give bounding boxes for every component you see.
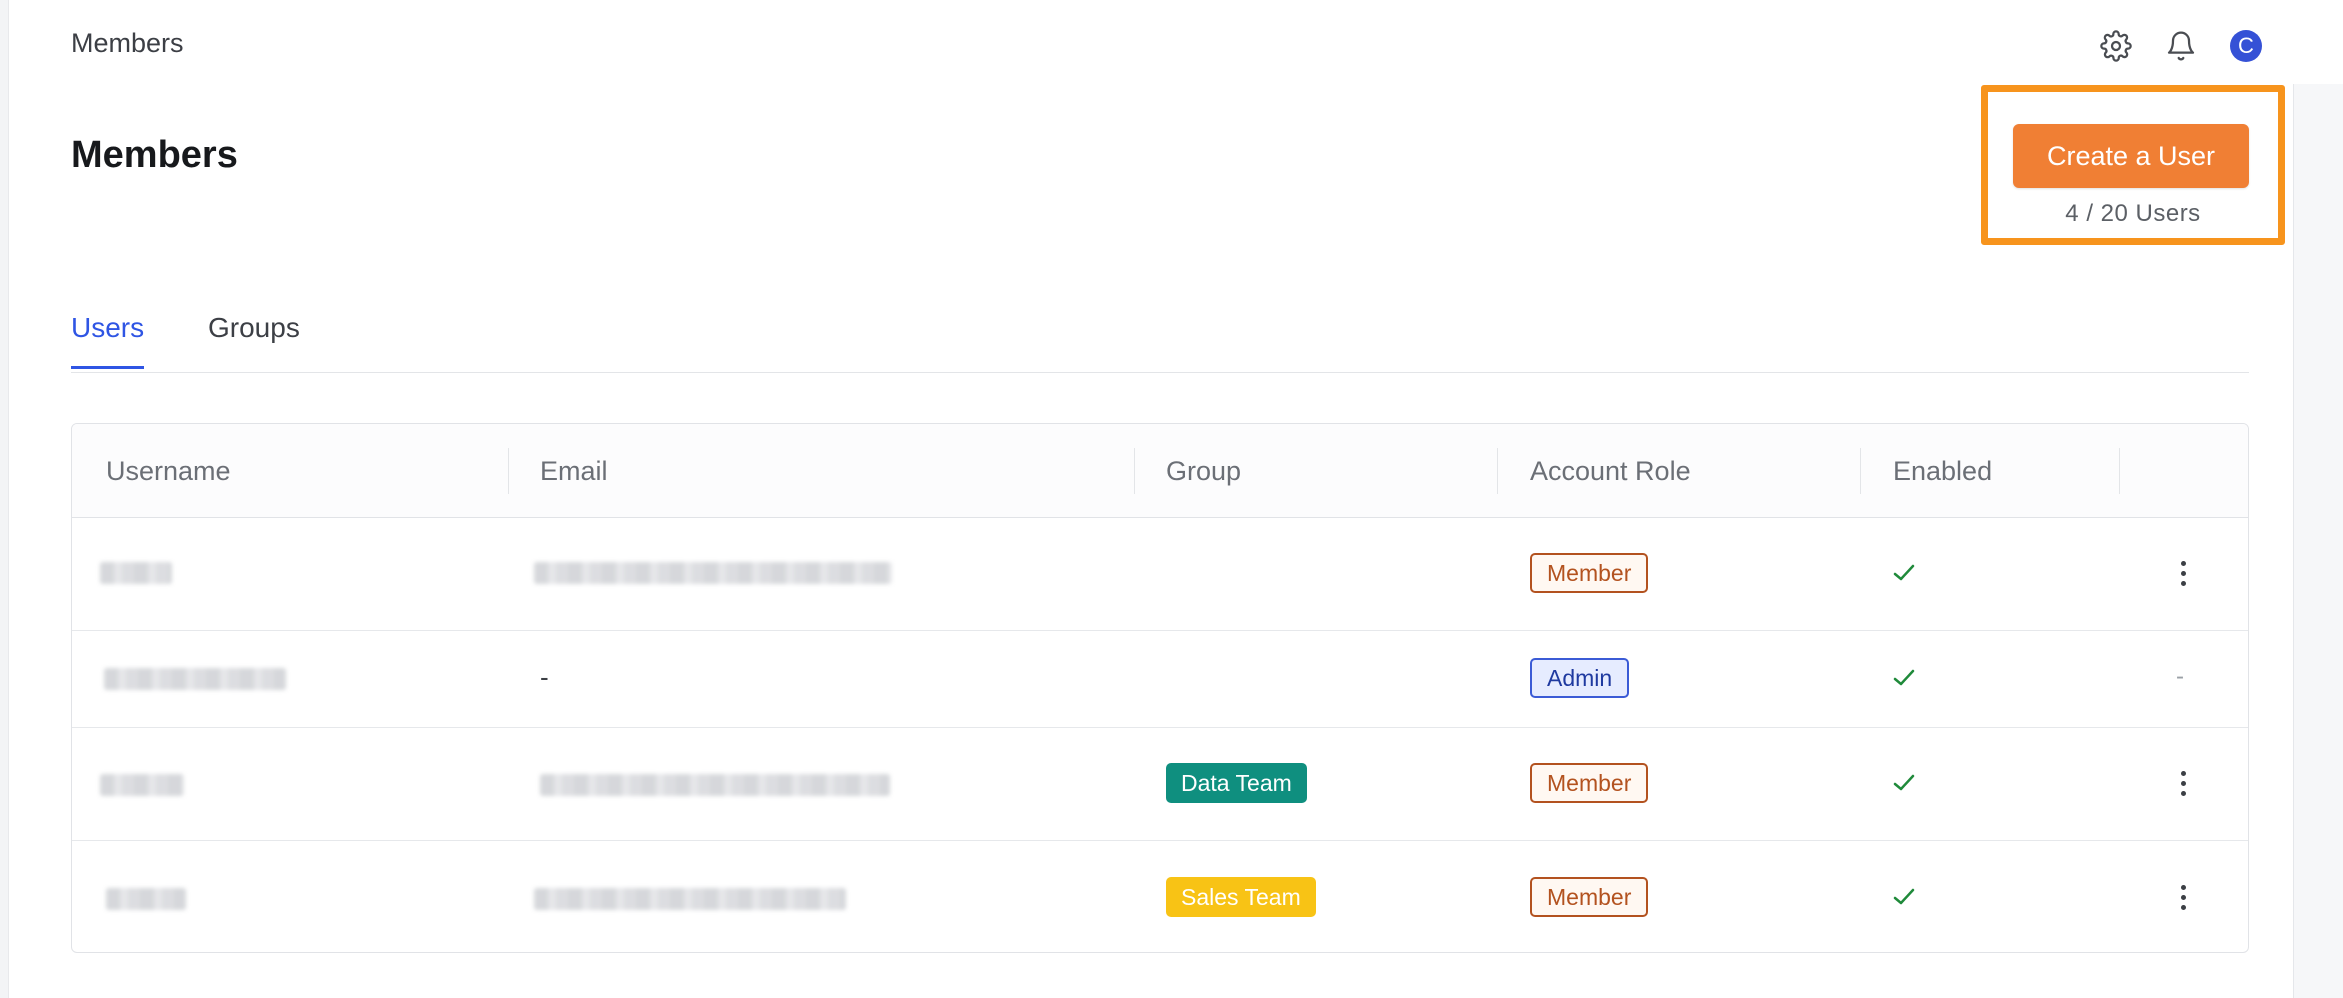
column-divider[interactable] (2119, 448, 2120, 494)
topbar-title: Members (71, 28, 184, 58)
avatar[interactable]: C (2230, 30, 2262, 62)
column-header-enabled[interactable]: Enabled (1893, 456, 1992, 487)
role-badge: Member (1530, 763, 1649, 803)
kebab-menu-icon[interactable] (2171, 763, 2195, 803)
table-row[interactable]: Sales Team Member (72, 840, 2248, 952)
role-badge: Admin (1530, 658, 1630, 698)
tab-users[interactable]: Users (71, 312, 145, 369)
role-badge: Member (1530, 877, 1649, 917)
email-redacted (534, 562, 892, 584)
gear-icon[interactable] (2100, 30, 2132, 62)
column-header-email[interactable]: Email (540, 456, 608, 487)
row-actions-unavailable: - (2176, 663, 2184, 690)
table-row[interactable]: Data Team Member (72, 727, 2248, 841)
check-icon (1893, 669, 1915, 686)
bell-icon[interactable] (2165, 30, 2197, 62)
username-redacted (104, 668, 286, 690)
username-redacted (100, 562, 172, 584)
topbar-actions: C (2100, 24, 2262, 68)
email-redacted (534, 888, 846, 910)
column-divider[interactable] (1497, 448, 1498, 494)
user-count: 4 / 20 Users (2065, 200, 2201, 227)
email-redacted (540, 774, 890, 796)
table-row[interactable]: Member (72, 517, 2248, 631)
users-table: Username Email Group Account Role Enable… (71, 423, 2249, 953)
right-scroll-rail[interactable] (2293, 84, 2343, 998)
column-divider[interactable] (1860, 448, 1861, 494)
table-header: Username Email Group Account Role Enable… (72, 424, 2248, 518)
column-divider[interactable] (1134, 448, 1135, 494)
role-badge: Member (1530, 553, 1649, 593)
username-redacted (106, 888, 186, 910)
column-divider[interactable] (508, 448, 509, 494)
tab-groups[interactable]: Groups (208, 312, 300, 366)
username-redacted (100, 774, 184, 796)
column-header-username[interactable]: Username (106, 456, 231, 487)
check-icon (1893, 774, 1915, 791)
group-badge: Sales Team (1166, 877, 1316, 917)
group-badge: Data Team (1166, 763, 1307, 803)
table-row[interactable]: - Admin - (72, 630, 2248, 728)
email-value: - (540, 662, 549, 692)
tab-bar: Users Groups (71, 300, 2249, 373)
check-icon (1893, 888, 1915, 905)
window-left-edge (0, 0, 9, 998)
check-icon (1893, 564, 1915, 581)
create-user-button[interactable]: Create a User (2013, 124, 2249, 188)
page-title: Members (71, 134, 238, 176)
column-header-group[interactable]: Group (1166, 456, 1241, 487)
kebab-menu-icon[interactable] (2171, 553, 2195, 593)
kebab-menu-icon[interactable] (2171, 877, 2195, 917)
column-header-account-role[interactable]: Account Role (1530, 456, 1691, 487)
